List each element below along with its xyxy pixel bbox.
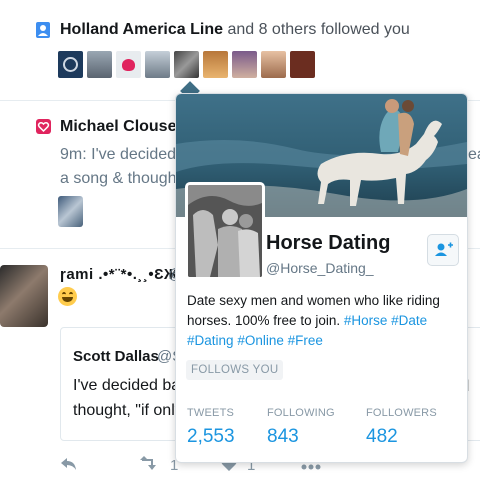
reply-icon[interactable] <box>60 456 78 476</box>
liked-tweet-text-line2: a song & thought, <box>60 170 186 187</box>
liked-tweet-text-tail: ea <box>468 146 480 163</box>
follower-avatar[interactable] <box>58 51 83 78</box>
like-notification-title: Michael Clouse li <box>60 118 188 136</box>
follower-name-link[interactable]: Holland America Line <box>60 21 223 38</box>
follower-avatars <box>58 51 315 79</box>
follows-you-badge: FOLLOWS YOU <box>186 360 284 380</box>
follower-avatar[interactable] <box>87 51 112 78</box>
stat-value-followers[interactable]: 482 <box>366 426 398 448</box>
quoted-user-name: Scott Dallas <box>73 348 159 365</box>
hashtag-link[interactable]: #Date <box>391 313 427 328</box>
liker-name-link[interactable]: Michael Clouse <box>60 118 176 135</box>
stat-value-tweets[interactable]: 2,553 <box>187 426 235 448</box>
hashtag-link[interactable]: #Horse <box>344 313 388 328</box>
profile-hover-card: Horse Dating @Horse_Dating_ Date sexy me… <box>175 93 468 463</box>
profile-handle: @Horse_Dating_ <box>266 260 374 276</box>
like-notification-icon <box>36 119 51 134</box>
follower-avatar[interactable] <box>232 51 257 78</box>
hashtag-link[interactable]: #Dating <box>187 333 234 348</box>
stat-value-following[interactable]: 843 <box>267 426 299 448</box>
quoted-tweet-text: I've decided bag <box>73 377 190 394</box>
follow-button[interactable] <box>427 234 459 266</box>
user-avatar[interactable] <box>0 265 48 327</box>
hashtag-link[interactable]: #Online <box>237 333 284 348</box>
stat-label-followers: FOLLOWERS <box>366 407 437 419</box>
liked-tweet-text: 9m: I've decided b <box>60 146 190 163</box>
follower-avatar[interactable] <box>174 51 199 78</box>
follower-avatar[interactable] <box>203 51 228 78</box>
quoted-tweet-text-line2: thought, "if only <box>73 402 183 419</box>
retweet-icon[interactable] <box>138 456 160 476</box>
follower-avatar[interactable] <box>116 51 141 78</box>
laughing-emoji-icon <box>58 287 77 306</box>
follow-notification-text: Holland America Line and 8 others follow… <box>60 21 410 38</box>
follower-avatar[interactable] <box>290 51 315 78</box>
stat-label-tweets: TWEETS <box>187 407 235 419</box>
profile-avatar[interactable] <box>185 182 265 280</box>
follow-notification-icon <box>36 22 50 38</box>
liked-tweet-thumbnail[interactable] <box>58 196 83 227</box>
add-person-icon <box>435 242 453 256</box>
profile-name[interactable]: Horse Dating <box>266 232 390 255</box>
follower-avatar[interactable] <box>261 51 286 78</box>
hashtag-link[interactable]: #Free <box>288 333 323 348</box>
follower-avatar[interactable] <box>145 51 170 78</box>
profile-bio: Date sexy men and women who like riding … <box>187 291 462 351</box>
stat-label-following: FOLLOWING <box>267 407 335 419</box>
